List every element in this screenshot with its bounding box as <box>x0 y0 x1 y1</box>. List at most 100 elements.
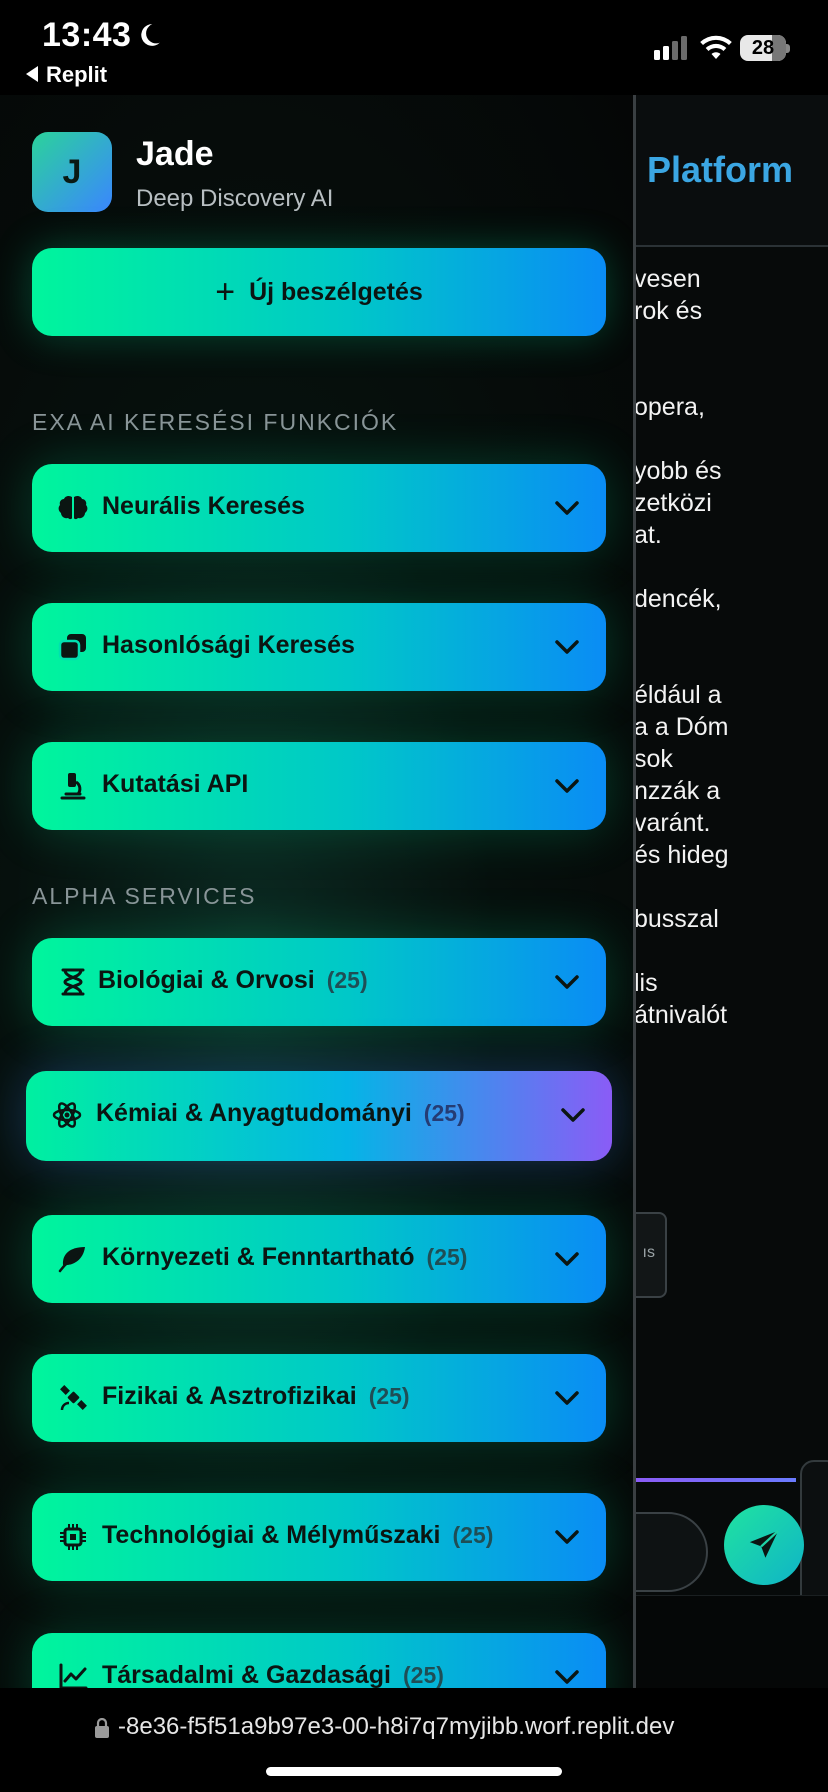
main-title: Platform <box>647 149 794 190</box>
menu-item-research-api[interactable]: Kutatási API <box>32 742 606 830</box>
sidebar-drawer: J Jade Deep Discovery AI + Új beszélgeté… <box>0 95 636 1688</box>
chat-line <box>634 647 828 679</box>
new-chat-button[interactable]: + Új beszélgetés <box>32 248 606 336</box>
brain-icon <box>58 495 88 520</box>
satellite-icon <box>60 1385 87 1411</box>
avatar[interactable]: J <box>32 132 112 212</box>
menu-item-count: (25) <box>403 1662 444 1688</box>
chevron-down-icon <box>555 779 579 793</box>
menu-item-count: (25) <box>426 1244 468 1270</box>
menu-item-title: Kémiai & Anyagtudományi <box>96 1099 412 1127</box>
back-app-label: Replit <box>46 62 108 87</box>
menu-item-title: Környezeti & Fenntartható <box>102 1243 415 1271</box>
menu-item-title: Fizikai & Asztrofizikai <box>102 1382 357 1410</box>
user-name: Jade <box>136 135 214 173</box>
back-to-app-link[interactable]: Replit <box>26 62 107 88</box>
cellular-signal-icon <box>654 36 687 60</box>
menu-item-chemistry-materials[interactable]: Kémiai & Anyagtudományi (25) <box>26 1071 612 1161</box>
menu-item-label: Társadalmi & Gazdasági (25) <box>102 1661 444 1688</box>
menu-item-label: Hasonlósági Keresés <box>102 631 355 659</box>
battery-icon: 28 <box>740 35 790 61</box>
chat-line <box>634 871 828 903</box>
menu-item-label: Kutatási API <box>102 770 249 798</box>
section-title-alpha: ALPHA SERVICES <box>32 883 257 909</box>
menu-item-title: Társadalmi & Gazdasági <box>102 1661 392 1688</box>
chat-line: opera, <box>634 393 705 421</box>
chat-line: lis <box>634 969 658 997</box>
hourglass-icon <box>61 968 85 996</box>
chat-line: busszal <box>634 905 719 933</box>
chat-line: yobb és <box>634 457 722 485</box>
home-indicator[interactable] <box>266 1767 562 1776</box>
chevron-down-icon <box>555 640 579 654</box>
new-chat-label: Új beszélgetés <box>249 277 423 306</box>
menu-item-title: Technológiai & Mélyműszaki <box>102 1521 441 1549</box>
menu-item-label: Fizikai & Asztrofizikai (25) <box>102 1382 410 1411</box>
chat-line: vesen <box>634 265 701 293</box>
chat-line: éldául a <box>634 681 722 709</box>
leaf-icon <box>58 1247 85 1273</box>
battery-percent: 28 <box>751 37 775 59</box>
menu-item-technology-deeptech[interactable]: Technológiai & Mélyműszaki (25) <box>32 1493 606 1581</box>
chip-icon <box>60 1524 86 1550</box>
chat-line: varánt. <box>634 809 711 837</box>
menu-item-count: (25) <box>326 967 368 993</box>
chat-message-text: vesen rok és opera, yobb és zetközi at. … <box>634 263 828 1031</box>
chart-line-icon <box>59 1663 88 1688</box>
chat-line <box>634 327 828 359</box>
chat-line: rok és <box>634 297 703 325</box>
moon-icon <box>141 24 160 46</box>
chat-line: és hideg <box>634 841 729 869</box>
chat-line <box>634 423 828 455</box>
menu-item-physics-astrophysics[interactable]: Fizikai & Asztrofizikai (25) <box>32 1354 606 1442</box>
back-arrow-icon <box>26 66 38 82</box>
menu-item-label: Technológiai & Mélyműszaki (25) <box>102 1521 493 1550</box>
url-text[interactable]: -8e36-f5f51a9b97e3-00-h8i7q7myjibb.worf.… <box>118 1713 674 1741</box>
menu-item-title: Biológiai & Orvosi <box>98 966 315 994</box>
chat-line <box>634 615 828 647</box>
chat-line: átnivalót <box>634 1001 728 1029</box>
chevron-down-icon <box>561 1108 585 1122</box>
user-subtitle: Deep Discovery AI <box>136 185 334 212</box>
plus-icon: + <box>215 273 236 311</box>
menu-item-count: (25) <box>452 1522 494 1548</box>
wifi-icon <box>700 35 732 59</box>
chevron-down-icon <box>555 1530 579 1544</box>
chat-line: zetközi <box>634 489 712 517</box>
chevron-down-icon <box>555 1252 579 1266</box>
quick-action-chip-text: ıs <box>642 1244 655 1261</box>
chat-line <box>634 551 828 583</box>
chat-line <box>634 935 828 967</box>
lock-icon <box>95 1718 109 1738</box>
chat-line <box>634 359 828 391</box>
menu-item-label: Biológiai & Orvosi (25) <box>98 966 368 995</box>
menu-item-label: Neurális Keresés <box>102 492 305 520</box>
menu-item-label: Környezeti & Fenntartható (25) <box>102 1243 467 1272</box>
chat-line: nzzák a <box>634 777 721 805</box>
chat-line: at. <box>634 521 662 549</box>
chevron-down-icon <box>555 501 579 515</box>
chat-line: a a Dóm <box>634 713 729 741</box>
send-button[interactable] <box>724 1505 804 1585</box>
section-title-exa: EXA AI KERESÉSI FUNKCIÓK <box>32 409 399 435</box>
chevron-down-icon <box>555 1670 579 1684</box>
chat-line: sok <box>634 745 673 773</box>
status-bar: 13:43 Replit 28 <box>0 0 828 95</box>
chevron-down-icon <box>555 1391 579 1405</box>
menu-item-environmental-sustainable[interactable]: Környezeti & Fenntartható (25) <box>32 1215 606 1303</box>
status-time: 13:43 <box>42 16 132 54</box>
microscope-icon <box>60 773 86 800</box>
chevron-down-icon <box>555 975 579 989</box>
menu-item-count: (25) <box>368 1383 410 1409</box>
chat-line: dencék, <box>634 585 722 613</box>
send-icon <box>749 1529 779 1558</box>
input-accent-line <box>636 1478 796 1482</box>
menu-item-biology-medical[interactable]: Biológiai & Orvosi (25) <box>32 938 606 1026</box>
menu-item-neural-search[interactable]: Neurális Keresés <box>32 464 606 552</box>
copy-icon <box>58 634 86 661</box>
menu-item-count: (25) <box>423 1100 465 1126</box>
menu-item-label: Kémiai & Anyagtudományi (25) <box>96 1099 465 1128</box>
atom-icon <box>52 1102 82 1128</box>
menu-item-similarity-search[interactable]: Hasonlósági Keresés <box>32 603 606 691</box>
menu-item-social-economic[interactable]: Társadalmi & Gazdasági (25) <box>32 1633 606 1688</box>
